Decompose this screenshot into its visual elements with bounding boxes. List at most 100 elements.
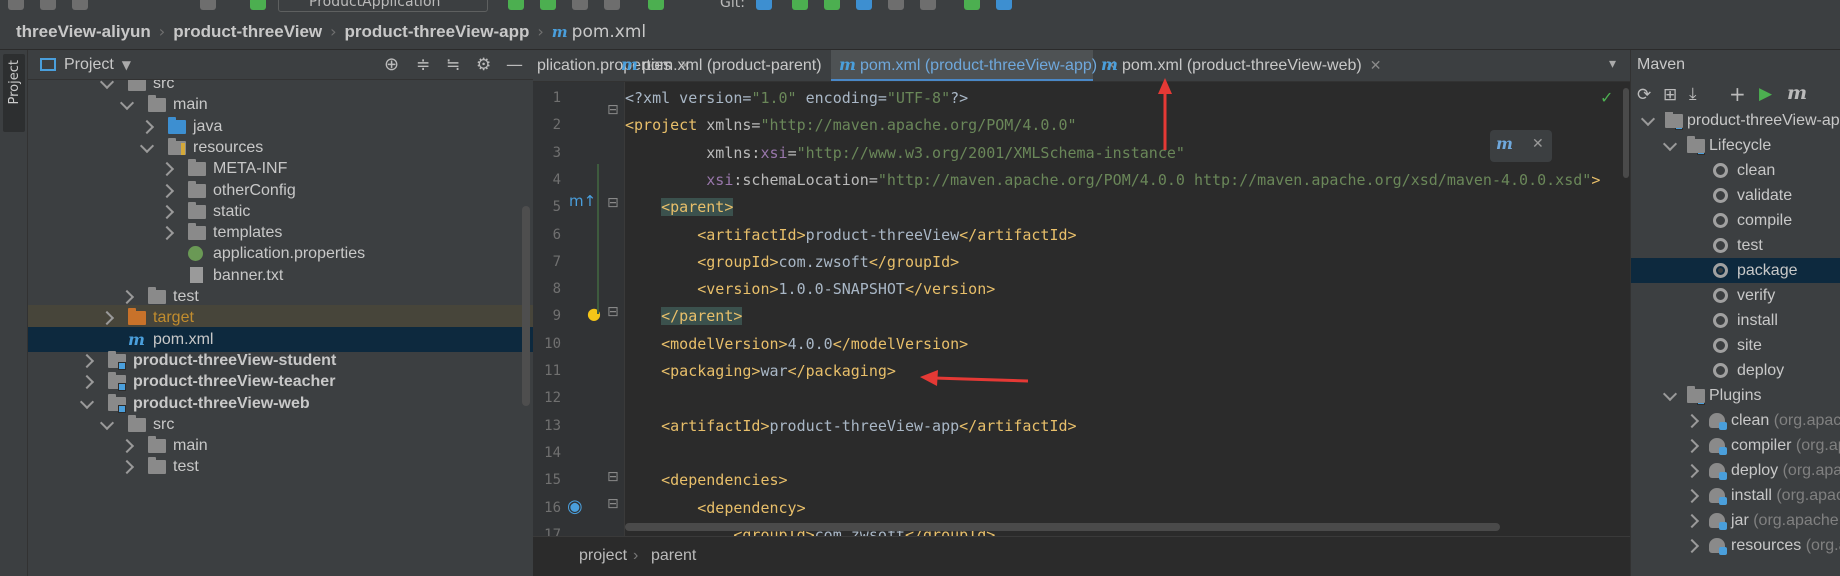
code-line[interactable]: <version>1.0.0-SNAPSHOT</version>	[625, 276, 995, 303]
code-line[interactable]: <parent>	[625, 194, 734, 221]
profile-icon[interactable]	[604, 0, 620, 10]
maven-tree-item[interactable]: install (org.apache.maven.plugins)	[1631, 483, 1840, 508]
chevron-right-icon[interactable]	[159, 226, 175, 241]
add-maven-project-icon[interactable]: ⊞	[1663, 85, 1677, 105]
close-icon[interactable]: ✕	[1532, 136, 1544, 152]
maven-update-icon[interactable]: ◉	[567, 496, 583, 517]
code-line[interactable]: <groupId>com.zwsoft</groupId>	[625, 249, 959, 276]
chevron-right-icon[interactable]	[1684, 538, 1700, 554]
project-panel-title[interactable]: Project	[64, 56, 114, 74]
structure-crumb-parent[interactable]: parent	[651, 547, 696, 565]
settings-sync-icon[interactable]	[996, 0, 1012, 10]
editor-vertical-scrollbar[interactable]	[1620, 82, 1630, 536]
chevron-down-icon[interactable]	[1662, 386, 1678, 402]
project-tool-tab[interactable]: Project	[3, 54, 25, 132]
maven-tree-item[interactable]: deploy (org.apache.maven.plugins)	[1631, 458, 1840, 483]
maven-tree-item[interactable]: clean (org.apache.maven.plugins)	[1631, 408, 1840, 433]
build-icon[interactable]	[648, 0, 664, 10]
history-icon[interactable]	[888, 0, 904, 10]
maven-tree-item[interactable]: jar (org.apache.maven.plugins)	[1631, 508, 1840, 533]
chevron-right-icon[interactable]	[1684, 488, 1700, 504]
maven-tree-item[interactable]: clean	[1631, 158, 1840, 183]
project-tree-scrollbar[interactable]	[522, 206, 530, 406]
maven-tree-item[interactable]: validate	[1631, 183, 1840, 208]
editor-tab[interactable]: mpom.xml (product-parent)✕	[613, 50, 841, 81]
code-line[interactable]: <dependencies>	[625, 467, 787, 494]
structure-crumb-project[interactable]: project	[579, 547, 627, 565]
git-update-icon[interactable]	[756, 0, 772, 10]
editor-horizontal-scrollbar[interactable]	[625, 523, 1500, 531]
chevron-right-icon[interactable]	[139, 119, 155, 134]
maven-tree-item[interactable]: package	[1631, 258, 1840, 283]
editor-tab[interactable]: m pom.xml (product-threeView-app) ✕	[831, 50, 1117, 81]
code-line[interactable]: <modelVersion>4.0.0</modelVersion>	[625, 331, 968, 358]
code-line[interactable]: <artifactId>product-threeView</artifactI…	[625, 222, 1076, 249]
maven-tree-item[interactable]: test	[1631, 233, 1840, 258]
fold-icon[interactable]: ⊟	[607, 469, 619, 485]
chevron-down-icon[interactable]: ▼	[122, 58, 131, 72]
editor-tab[interactable]: m pom.xml (product-threeView-web) ✕	[1093, 50, 1381, 81]
close-icon[interactable]: ✕	[1370, 57, 1382, 73]
maven-tree-item[interactable]: product-threeView-app	[1631, 112, 1840, 133]
chevron-right-icon[interactable]	[1684, 438, 1700, 454]
chevron-down-icon[interactable]	[99, 80, 115, 90]
chevron-right-icon[interactable]	[79, 353, 95, 368]
ide-update-icon[interactable]	[964, 0, 980, 10]
git-commit-icon[interactable]	[792, 0, 808, 10]
chevron-right-icon[interactable]	[79, 375, 95, 390]
back-arrow-icon[interactable]	[250, 0, 266, 10]
refresh-icon[interactable]	[72, 0, 88, 10]
execute-maven-goal-icon[interactable]: m	[1787, 82, 1807, 104]
chevron-down-icon[interactable]	[1662, 136, 1678, 152]
breadcrumb-root[interactable]: threeView-aliyun	[16, 22, 151, 42]
maven-tree-item[interactable]: deploy	[1631, 358, 1840, 383]
git-fetch-icon[interactable]	[856, 0, 872, 10]
code-line[interactable]: xmlns:xsi="http://www.w3.org/2001/XMLSch…	[625, 140, 1185, 167]
breadcrumb-submodule[interactable]: product-threeView-app	[345, 22, 530, 42]
tab-list-chevron-icon[interactable]: ▾	[1609, 56, 1616, 72]
code-line[interactable]: </parent>	[625, 303, 743, 330]
chevron-right-icon[interactable]	[99, 311, 115, 326]
run-icon[interactable]	[508, 0, 524, 10]
code-line[interactable]: <dependency>	[625, 495, 805, 522]
run-configuration-select[interactable]: ProductApplication	[278, 0, 488, 12]
expand-all-icon[interactable]: ≑	[416, 55, 430, 75]
code-line[interactable]: <packaging>war</packaging>	[625, 358, 896, 385]
maven-tree-item[interactable]: install	[1631, 308, 1840, 333]
fold-icon[interactable]: ⊟	[607, 496, 619, 512]
breadcrumb-file[interactable]: pom.xml	[572, 22, 647, 42]
sync-icon[interactable]	[40, 0, 56, 10]
locate-file-icon[interactable]: ⊕	[384, 54, 399, 75]
fold-icon[interactable]: ⊟	[607, 195, 619, 211]
download-sources-icon[interactable]: ⤓	[1689, 84, 1697, 104]
chevron-down-icon[interactable]	[99, 415, 115, 430]
tree-item[interactable]: test	[28, 454, 533, 479]
chevron-down-icon[interactable]	[1640, 112, 1656, 127]
chevron-right-icon[interactable]	[1684, 463, 1700, 479]
maven-tree-item[interactable]: Plugins	[1631, 383, 1840, 408]
user-icon[interactable]	[200, 0, 216, 10]
chevron-down-icon[interactable]	[139, 138, 155, 153]
maven-parent-icon[interactable]: m↑	[569, 192, 596, 210]
maven-tree-item[interactable]: compile	[1631, 208, 1840, 233]
code-line[interactable]: <project xmlns="http://maven.apache.org/…	[625, 112, 1077, 139]
add-icon[interactable]: +	[1729, 82, 1746, 106]
collapse-all-icon[interactable]: ≒	[446, 55, 460, 75]
scrollbar-thumb[interactable]	[1623, 88, 1629, 178]
maven-tree-item[interactable]: verify	[1631, 283, 1840, 308]
chevron-right-icon[interactable]	[1684, 413, 1700, 429]
fold-icon[interactable]: ⊟	[607, 102, 619, 118]
maven-tree-item[interactable]: compiler (org.apache.maven.plugins)	[1631, 433, 1840, 458]
breadcrumb-module[interactable]: product-threeView	[173, 22, 322, 42]
chevron-down-icon[interactable]	[79, 394, 95, 409]
maven-tree-item[interactable]: Lifecycle	[1631, 133, 1840, 158]
chevron-right-icon[interactable]	[159, 162, 175, 177]
run-goal-icon[interactable]: ▶	[1759, 84, 1772, 104]
rollback-icon[interactable]	[920, 0, 936, 10]
chevron-down-icon[interactable]	[119, 96, 135, 111]
editor-tab[interactable]: plication.properties ✕	[533, 50, 691, 81]
debug-icon[interactable]	[540, 0, 556, 10]
hide-panel-icon[interactable]: —	[506, 55, 523, 75]
chevron-right-icon[interactable]	[119, 460, 135, 475]
gear-icon[interactable]: ⚙	[476, 55, 491, 75]
